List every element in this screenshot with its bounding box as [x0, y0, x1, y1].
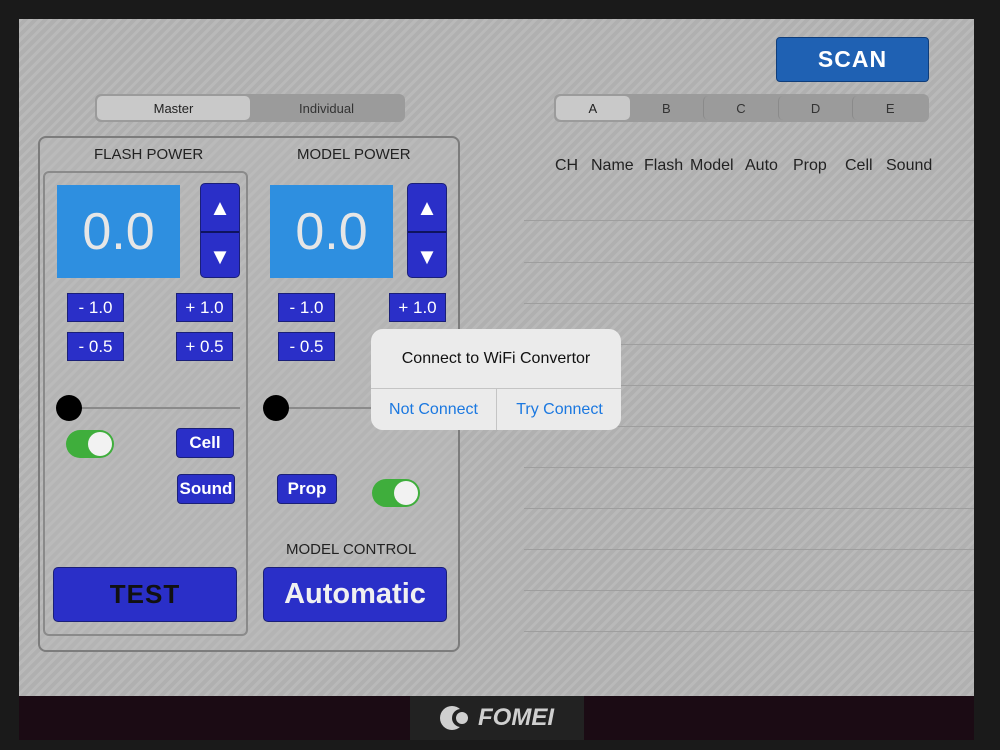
tab-group-b[interactable]: B	[630, 96, 704, 120]
model-minus-1-button[interactable]: - 1.0	[278, 293, 335, 322]
table-row	[524, 631, 974, 632]
scan-button[interactable]: SCAN	[776, 37, 929, 82]
toggle-knob	[88, 432, 112, 456]
flash-down-arrow-icon[interactable]: ▼	[201, 233, 239, 277]
tab-group-e[interactable]: E	[852, 96, 927, 120]
table-row	[524, 262, 974, 263]
app-window: Master Individual SCAN A B C D E FLASH P…	[19, 19, 974, 696]
header-flash: Flash	[644, 157, 684, 174]
brand-name: FOMEI	[478, 704, 554, 731]
cell-button[interactable]: Cell	[176, 428, 234, 458]
tab-individual[interactable]: Individual	[250, 96, 403, 120]
automatic-button[interactable]: Automatic	[263, 567, 447, 622]
flash-power-display: 0.0	[57, 185, 180, 278]
table-row	[524, 467, 974, 468]
footer-bar: FOMEI	[19, 696, 974, 740]
flash-up-arrow-icon[interactable]: ▲	[201, 184, 239, 233]
table-row	[524, 220, 974, 221]
model-down-arrow-icon[interactable]: ▼	[408, 233, 446, 277]
header-cell: Cell	[845, 157, 873, 174]
dialog-title: Connect to WiFi Convertor	[401, 349, 591, 367]
flash-power-arrows: ▲ ▼	[200, 183, 240, 278]
flash-toggle[interactable]	[66, 430, 114, 458]
model-up-arrow-icon[interactable]: ▲	[408, 184, 446, 233]
flash-minus-1-button[interactable]: - 1.0	[67, 293, 124, 322]
model-slider-knob[interactable]	[263, 395, 289, 421]
header-auto: Auto	[745, 157, 778, 174]
tab-master[interactable]: Master	[97, 96, 250, 120]
mode-segmented-control: Master Individual	[95, 94, 405, 122]
model-control-title: MODEL CONTROL	[286, 541, 417, 558]
header-name: Name	[591, 157, 634, 174]
table-row	[524, 549, 974, 550]
tab-group-d[interactable]: D	[777, 96, 853, 120]
model-power-display: 0.0	[270, 185, 393, 278]
model-power-arrows: ▲ ▼	[407, 183, 447, 278]
flash-plus-05-button[interactable]: + 0.5	[176, 332, 233, 361]
test-button[interactable]: TEST	[53, 567, 237, 622]
prop-button[interactable]: Prop	[277, 474, 337, 504]
header-prop: Prop	[793, 157, 827, 174]
group-segmented-control: A B C D E	[554, 94, 929, 122]
wifi-alert-dialog: Connect to WiFi Convertor Not Connect Tr…	[371, 329, 621, 430]
model-minus-05-button[interactable]: - 0.5	[278, 332, 335, 361]
flash-slider-knob[interactable]	[56, 395, 82, 421]
header-model: Model	[690, 157, 734, 174]
flash-plus-1-button[interactable]: + 1.0	[176, 293, 233, 322]
toggle-knob	[394, 481, 418, 505]
model-plus-1-button[interactable]: + 1.0	[389, 293, 446, 322]
fomei-logo-icon	[440, 706, 474, 730]
tab-group-a[interactable]: A	[556, 96, 630, 120]
header-ch: CH	[555, 157, 579, 174]
flash-slider-track[interactable]	[69, 407, 240, 409]
tab-group-c[interactable]: C	[703, 96, 778, 120]
table-row	[524, 303, 974, 304]
sound-button[interactable]: Sound	[177, 474, 235, 504]
table-row	[524, 590, 974, 591]
flash-power-title: FLASH POWER	[94, 146, 204, 163]
model-power-title: MODEL POWER	[297, 146, 411, 163]
flash-minus-05-button[interactable]: - 0.5	[67, 332, 124, 361]
header-sound: Sound	[886, 157, 933, 174]
try-connect-button[interactable]: Try Connect	[497, 389, 621, 430]
not-connect-button[interactable]: Not Connect	[371, 389, 496, 430]
brand-logo: FOMEI	[410, 696, 584, 740]
table-row	[524, 508, 974, 509]
model-toggle[interactable]	[372, 479, 420, 507]
